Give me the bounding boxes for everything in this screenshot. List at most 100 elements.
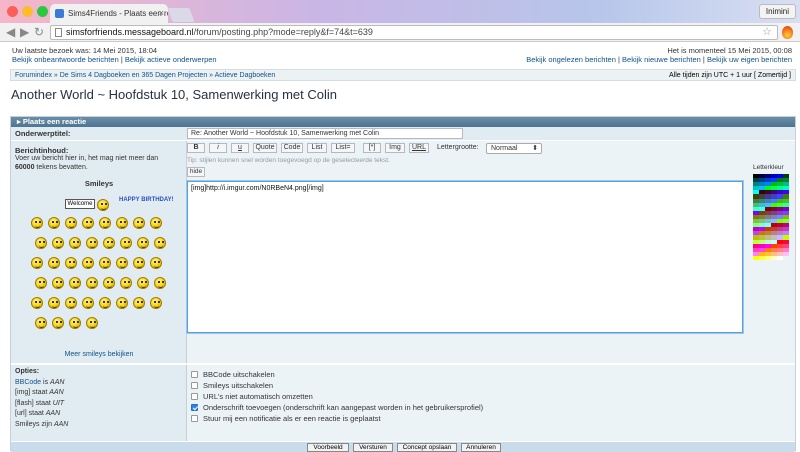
- message-textarea[interactable]: [img]http://i.imgur.com/N0RBeN4.png[/img…: [187, 181, 743, 333]
- minimize-window-icon[interactable]: [22, 6, 33, 17]
- smiley-icon[interactable]: [154, 277, 166, 289]
- option-no-url-parse[interactable]: URL's niet automatisch omzetten: [191, 391, 483, 402]
- smiley-icon[interactable]: [120, 277, 132, 289]
- page-title[interactable]: Another World ~ Hoofdstuk 10, Samenwerki…: [11, 87, 337, 102]
- browser-tab[interactable]: Sims4Friends - Plaats een reactie ×: [50, 4, 168, 23]
- checkbox[interactable]: [191, 393, 198, 400]
- smiley-icon[interactable]: [150, 257, 162, 269]
- smiley-icon[interactable]: [103, 277, 115, 289]
- smiley-icon[interactable]: [97, 199, 109, 211]
- smiley-icon[interactable]: [116, 217, 128, 229]
- smiley-icon[interactable]: [82, 257, 94, 269]
- smiley-icon[interactable]: [133, 217, 145, 229]
- smiley-icon[interactable]: [150, 217, 162, 229]
- option-notify[interactable]: Stuur mij een notificatie als er een rea…: [191, 413, 483, 424]
- breadcrumb-links[interactable]: Forumindex » De Sims 4 Dagboeken en 365 …: [15, 72, 275, 79]
- italic-button[interactable]: i: [209, 143, 227, 153]
- smiley-icon[interactable]: [48, 297, 60, 309]
- smiley-icon[interactable]: [65, 257, 77, 269]
- address-bar[interactable]: simsforfriends.messageboard.nl/forum/pos…: [50, 25, 778, 40]
- smiley-icon[interactable]: [133, 297, 145, 309]
- smiley-icon[interactable]: [116, 297, 128, 309]
- smiley-icon[interactable]: [52, 237, 64, 249]
- back-icon[interactable]: ◀: [6, 25, 15, 39]
- smiley-icon[interactable]: [99, 257, 111, 269]
- smiley-icon[interactable]: [31, 217, 43, 229]
- smiley-icon[interactable]: [82, 217, 94, 229]
- smiley-icon[interactable]: [99, 217, 111, 229]
- url-button[interactable]: URL: [409, 143, 429, 153]
- subject-row: Onderwerptitel: Re: Another World ~ Hoof…: [11, 127, 795, 141]
- fontsize-select[interactable]: Normaal ⬍: [486, 143, 542, 154]
- smiley-icon[interactable]: [86, 277, 98, 289]
- bold-button[interactable]: B: [187, 143, 205, 153]
- link-unread[interactable]: Bekijk ongelezen berichten: [526, 55, 616, 64]
- checkbox-checked[interactable]: [191, 404, 198, 411]
- checkbox[interactable]: [191, 382, 198, 389]
- smiley-icon[interactable]: [31, 257, 43, 269]
- smiley-hbday[interactable]: HAPPY BIRTHDAY!: [119, 197, 174, 203]
- color-swatch[interactable]: [783, 251, 789, 256]
- smiley-icon[interactable]: [48, 257, 60, 269]
- flame-extension-icon[interactable]: [782, 26, 793, 39]
- timezone-note: Alle tijden zijn UTC + 1 uur [ Zomertijd…: [669, 72, 791, 79]
- ordered-list-button[interactable]: List=: [331, 143, 355, 153]
- reload-icon[interactable]: ↻: [34, 25, 44, 39]
- color-swatch[interactable]: [777, 255, 783, 260]
- smiley-icon[interactable]: [137, 277, 149, 289]
- smiley-icon[interactable]: [133, 257, 145, 269]
- close-window-icon[interactable]: [7, 6, 18, 17]
- link-unanswered[interactable]: Bekijk onbeantwoorde berichten: [12, 55, 119, 64]
- list-button[interactable]: List: [307, 143, 327, 153]
- smiley-icon[interactable]: [82, 297, 94, 309]
- smiley-icon[interactable]: [35, 317, 47, 329]
- checkbox[interactable]: [191, 371, 198, 378]
- maximize-window-icon[interactable]: [37, 6, 48, 17]
- smiley-icon[interactable]: [150, 297, 162, 309]
- checkbox[interactable]: [191, 415, 198, 422]
- profile-button[interactable]: Inimini: [758, 4, 796, 19]
- link-active-topics[interactable]: Bekijk actieve onderwerpen: [125, 55, 217, 64]
- hide-button[interactable]: hide: [187, 167, 205, 177]
- smiley-icon[interactable]: [86, 317, 98, 329]
- option-attach-signature[interactable]: Onderschrift toevoegen (onderschrift kan…: [191, 402, 483, 413]
- smiley-icon[interactable]: [52, 277, 64, 289]
- panel-heading[interactable]: ▸ Plaats een reactie: [11, 117, 795, 127]
- smiley-icon[interactable]: [120, 237, 132, 249]
- smiley-icon[interactable]: [86, 237, 98, 249]
- color-palette[interactable]: [753, 174, 789, 260]
- smiley-icon[interactable]: [48, 217, 60, 229]
- link-own-posts[interactable]: Bekijk uw eigen berichten: [707, 55, 792, 64]
- code-button[interactable]: Code: [281, 143, 303, 153]
- quote-button[interactable]: Quote: [253, 143, 277, 153]
- bookmark-star-icon[interactable]: ☆: [762, 25, 772, 38]
- smiley-icon[interactable]: [69, 277, 81, 289]
- more-smileys-link[interactable]: Meer smileys bekijken: [11, 351, 187, 358]
- list-item-button[interactable]: [*]: [363, 143, 381, 153]
- smiley-icon[interactable]: [99, 297, 111, 309]
- link-new-posts[interactable]: Bekijk nieuwe berichten: [622, 55, 701, 64]
- smiley-icon[interactable]: [69, 317, 81, 329]
- body-label: Berichtinhoud:: [15, 146, 69, 155]
- smiley-icon[interactable]: [154, 237, 166, 249]
- smiley-icon[interactable]: [31, 297, 43, 309]
- bbcode-link[interactable]: BBCode: [15, 379, 41, 386]
- smiley-icon[interactable]: [103, 237, 115, 249]
- subject-input[interactable]: Re: Another World ~ Hoofdstuk 10, Samenw…: [187, 128, 463, 139]
- smiley-icon[interactable]: [69, 237, 81, 249]
- img-button[interactable]: Img: [385, 143, 405, 153]
- smiley-icon[interactable]: [35, 277, 47, 289]
- smiley-welcome[interactable]: Welcome: [65, 199, 95, 209]
- smiley-icon[interactable]: [52, 317, 64, 329]
- new-tab-button[interactable]: [167, 8, 195, 22]
- underline-button[interactable]: u: [231, 143, 249, 153]
- smiley-icon[interactable]: [65, 297, 77, 309]
- smiley-icon[interactable]: [35, 237, 47, 249]
- option-disable-smileys[interactable]: Smileys uitschakelen: [191, 380, 483, 391]
- smiley-icon[interactable]: [116, 257, 128, 269]
- tab-close-icon[interactable]: ×: [159, 4, 164, 23]
- smiley-icon[interactable]: [137, 237, 149, 249]
- smiley-icon[interactable]: [65, 217, 77, 229]
- option-disable-bbcode[interactable]: BBCode uitschakelen: [191, 369, 483, 380]
- forward-icon[interactable]: ▶: [20, 25, 29, 39]
